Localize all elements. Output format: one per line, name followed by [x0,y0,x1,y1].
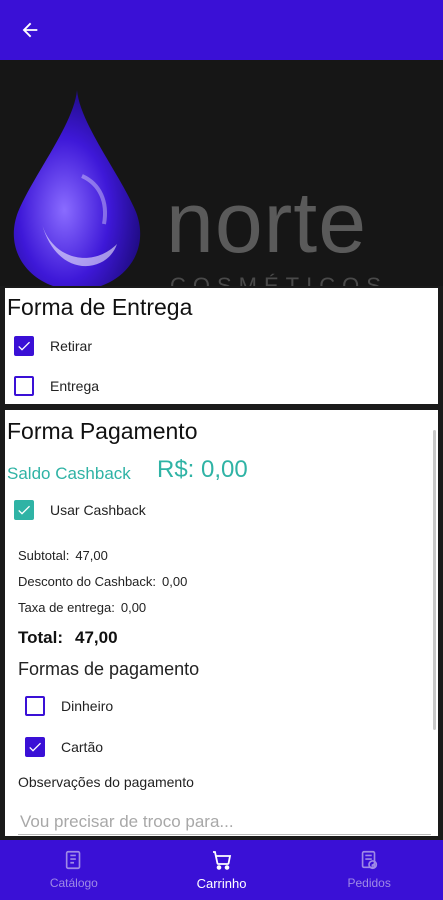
input-underline [18,834,431,835]
catalog-icon [62,848,86,872]
payment-option-cartao[interactable]: Cartão [25,737,103,757]
checkbox-checked[interactable] [14,500,34,520]
nav-label: Pedidos [347,876,391,890]
delivery-option-retirar[interactable]: Retirar [14,336,92,356]
subtotal-value: 47,00 [75,548,108,563]
nav-item-catalogo[interactable]: Catálogo [0,840,148,900]
cashback-balance-label: Saldo Cashback [7,464,131,483]
discount-value: 0,00 [162,574,188,589]
nav-item-pedidos[interactable]: Pedidos [295,840,443,900]
app-bar [0,0,443,60]
brand-banner: norte COSMÉTICOS [0,60,443,286]
use-cashback-option[interactable]: Usar Cashback [14,500,146,520]
scrollbar[interactable] [433,430,436,730]
arrow-left-icon [22,22,38,38]
option-label: Usar Cashback [50,502,146,518]
nav-label: Catálogo [49,876,98,890]
total-line: Total: 47,00 [18,628,118,648]
subtotal-label: Subtotal: [18,548,70,563]
fee-label: Taxa de entrega: [18,600,115,615]
cart-icon [210,848,234,872]
nav-item-carrinho[interactable]: Carrinho [148,840,296,900]
option-label: Retirar [50,338,93,354]
check-icon [29,742,41,752]
fee-value: 0,00 [120,600,147,615]
payment-option-dinheiro[interactable]: Dinheiro [25,696,113,716]
delivery-panel: Forma de Entrega Retirar Entrega [5,288,438,404]
check-icon [18,505,30,515]
orders-icon [357,848,381,872]
cashback-discount-line: Desconto do Cashback: 0,00 [18,574,187,589]
payment-panel: Forma Pagamento Saldo Cashback R$: 0,00 … [5,410,438,836]
checkbox-checked[interactable] [25,737,45,757]
delivery-title: Forma de Entrega [7,294,193,320]
brand-tagline: COSMÉTICOS [170,273,388,287]
delivery-option-entrega[interactable]: Entrega [14,376,99,396]
option-label: Dinheiro [61,698,114,714]
checkbox-unchecked[interactable] [25,696,45,716]
checkbox-checked[interactable] [14,336,34,356]
option-label: Entrega [50,378,100,394]
check-icon [18,341,30,351]
payment-methods-title: Formas de pagamento [18,659,200,679]
brand-name: norte [166,175,368,271]
subtotal-line: Subtotal: 47,00 [18,548,108,563]
option-label: Cartão [61,739,104,755]
checkbox-unchecked[interactable] [14,376,34,396]
cashback-balance-value: R$: 0,00 [157,456,248,483]
drop-logo-icon [13,90,141,286]
back-button[interactable] [14,14,46,46]
delivery-fee-line: Taxa de entrega: 0,00 [18,600,146,615]
total-label: Total: [18,628,64,647]
total-value: 47,00 [75,628,118,647]
discount-label: Desconto do Cashback: [18,574,157,589]
payment-title: Forma Pagamento [7,418,198,444]
payment-notes-input[interactable] [20,808,430,836]
bottom-navigation: Catálogo Carrinho Pedidos [0,840,443,900]
nav-label: Carrinho [196,876,247,891]
payment-notes-label: Observações do pagamento [18,774,194,790]
